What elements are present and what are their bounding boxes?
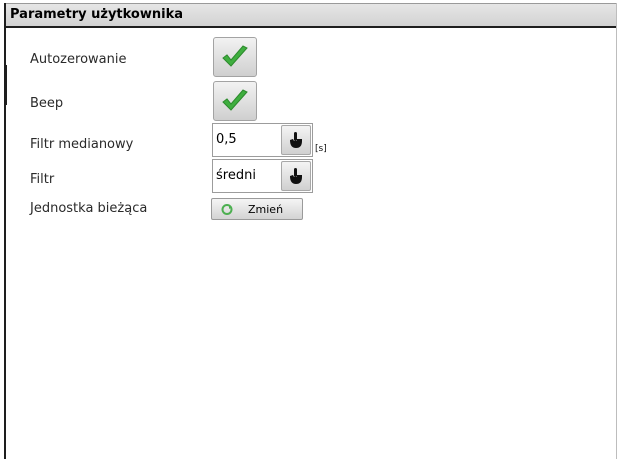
beep-checkbox[interactable] (213, 81, 257, 121)
checkmark-icon (222, 45, 248, 67)
green-arrow-icon (221, 204, 233, 215)
filter-field[interactable]: średni (212, 159, 313, 193)
checkmark-icon (222, 89, 248, 111)
median-filter-value: 0,5 (216, 132, 237, 147)
left-edge-accent (4, 65, 7, 105)
median-filter-unit: [s] (315, 144, 327, 154)
filter-label: Filtr (30, 172, 55, 187)
change-unit-button[interactable]: Zmień (211, 198, 303, 220)
change-unit-label: Zmień (248, 203, 284, 216)
window-title: Parametry użytkownika (10, 7, 183, 22)
title-bar: Parametry użytkownika (6, 3, 616, 28)
median-filter-field[interactable]: 0,5 (212, 123, 313, 157)
beep-label: Beep (30, 96, 64, 111)
user-parameters-window: Parametry użytkownika Autozerowanie Beep… (4, 3, 617, 459)
pointer-hand-icon (290, 132, 302, 148)
autozero-label: Autozerowanie (30, 52, 127, 67)
filter-value: średni (216, 168, 256, 183)
median-filter-label: Filtr medianowy (30, 137, 134, 152)
pointer-hand-icon (290, 168, 302, 184)
autozero-checkbox[interactable] (213, 37, 257, 77)
current-unit-label: Jednostka bieżąca (30, 201, 148, 216)
filter-dropdown-button[interactable] (281, 161, 311, 191)
median-filter-dropdown-button[interactable] (281, 125, 311, 155)
